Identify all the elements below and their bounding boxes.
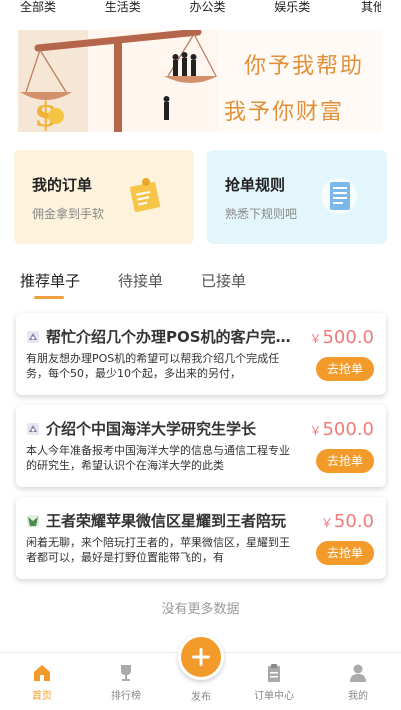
game-icon: [27, 515, 39, 527]
price-value: 500.0: [322, 419, 374, 440]
currency-symbol: ￥: [320, 516, 333, 530]
nav-me-label: 我的: [348, 691, 368, 702]
nav-orders-label: 订单中心: [254, 691, 294, 702]
tab-pending[interactable]: 待接单: [118, 268, 163, 304]
order-doc-icon: [129, 178, 161, 213]
task-description: 本人今年准备报考中国海洋大学的信息与通信工程专业的研究生，希望认识个在海洋大学的…: [26, 444, 290, 472]
category-all[interactable]: 全部类: [20, 0, 56, 18]
price-value: 50.0: [333, 511, 374, 532]
tab-accepted[interactable]: 已接单: [201, 268, 246, 304]
banner-scale-illustration: $: [18, 30, 218, 132]
plus-icon: [192, 648, 210, 666]
task-description: 闲着无聊，来个陪玩打王者的，苹果微信区，星耀到王者都可以，最好是打野位置能带飞的…: [26, 536, 290, 564]
nav-home-label: 首页: [32, 691, 52, 702]
task-title: 王者荣耀苹果微信区星耀到王者陪玩: [46, 512, 287, 530]
my-orders-card[interactable]: 我的订单 佣金拿到手软: [14, 150, 194, 244]
grab-order-button[interactable]: 去抢单: [316, 449, 374, 473]
task-description: 有朋友想办理POS机的希望可以帮我介绍几个完成任务，每个50，最少10个起，多出…: [26, 352, 280, 380]
grab-order-button[interactable]: 去抢单: [316, 541, 374, 565]
task-price: ￥500.0: [309, 327, 374, 348]
task-card[interactable]: 帮忙介绍几个办理POS机的客户完成任务 有朋友想办理POS机的希望可以帮我介绍几…: [16, 313, 386, 395]
banner-slogan-2: 我予你财富: [224, 100, 345, 125]
task-price: ￥50.0: [321, 511, 374, 532]
publish-button[interactable]: [178, 634, 224, 680]
clipboard-icon: [268, 664, 280, 682]
currency-symbol: ￥: [309, 424, 322, 438]
category-entertainment[interactable]: 娱乐类: [274, 0, 310, 18]
grab-order-button[interactable]: 去抢单: [316, 357, 374, 381]
nav-rank-label: 排行榜: [111, 691, 141, 702]
tab-recommended[interactable]: 推荐单子: [20, 268, 80, 304]
category-strip: 全部类 生活类 办公类 娱乐类 其他类: [0, 0, 401, 18]
nav-orders[interactable]: 订单中心: [244, 663, 304, 702]
user-icon: [350, 664, 366, 682]
task-title: 帮忙介绍几个办理POS机的客户完成任务: [46, 328, 296, 346]
task-title: 介绍个中国海洋大学研究生学长: [46, 420, 257, 438]
nav-rank[interactable]: 排行榜: [96, 663, 156, 702]
currency-symbol: ￥: [309, 332, 322, 346]
grab-rules-card[interactable]: 抢单规则 熟悉下规则吧: [207, 150, 387, 244]
home-icon: [34, 665, 50, 681]
category-office[interactable]: 办公类: [190, 0, 226, 18]
task-card[interactable]: 介绍个中国海洋大学研究生学长 本人今年准备报考中国海洋大学的信息与通信工程专业的…: [16, 405, 386, 487]
rules-doc-icon: [321, 178, 357, 214]
task-tabs: 推荐单子 待接单 已接单: [20, 268, 246, 304]
app-page: 全部类 生活类 办公类 娱乐类 其他类 $ 你予: [0, 0, 401, 710]
category-life[interactable]: 生活类: [105, 0, 141, 18]
task-type-icon: [27, 331, 39, 343]
task-card[interactable]: 王者荣耀苹果微信区星耀到王者陪玩 闲着无聊，来个陪玩打王者的，苹果微信区，星耀到…: [16, 497, 386, 579]
task-price: ￥500.0: [309, 419, 374, 440]
nav-home[interactable]: 首页: [12, 663, 72, 702]
price-value: 500.0: [322, 327, 374, 348]
category-other[interactable]: 其他类: [359, 0, 381, 18]
nav-me[interactable]: 我的: [328, 663, 388, 702]
no-more-data: 没有更多数据: [161, 602, 240, 617]
banner-slogan-1: 你予我帮助: [244, 54, 365, 79]
trophy-icon: [121, 665, 131, 681]
promo-banner[interactable]: $ 你予我帮助 我予你财富: [18, 30, 382, 132]
task-type-icon: [27, 423, 39, 435]
nav-publish-label: 发布: [191, 692, 211, 703]
